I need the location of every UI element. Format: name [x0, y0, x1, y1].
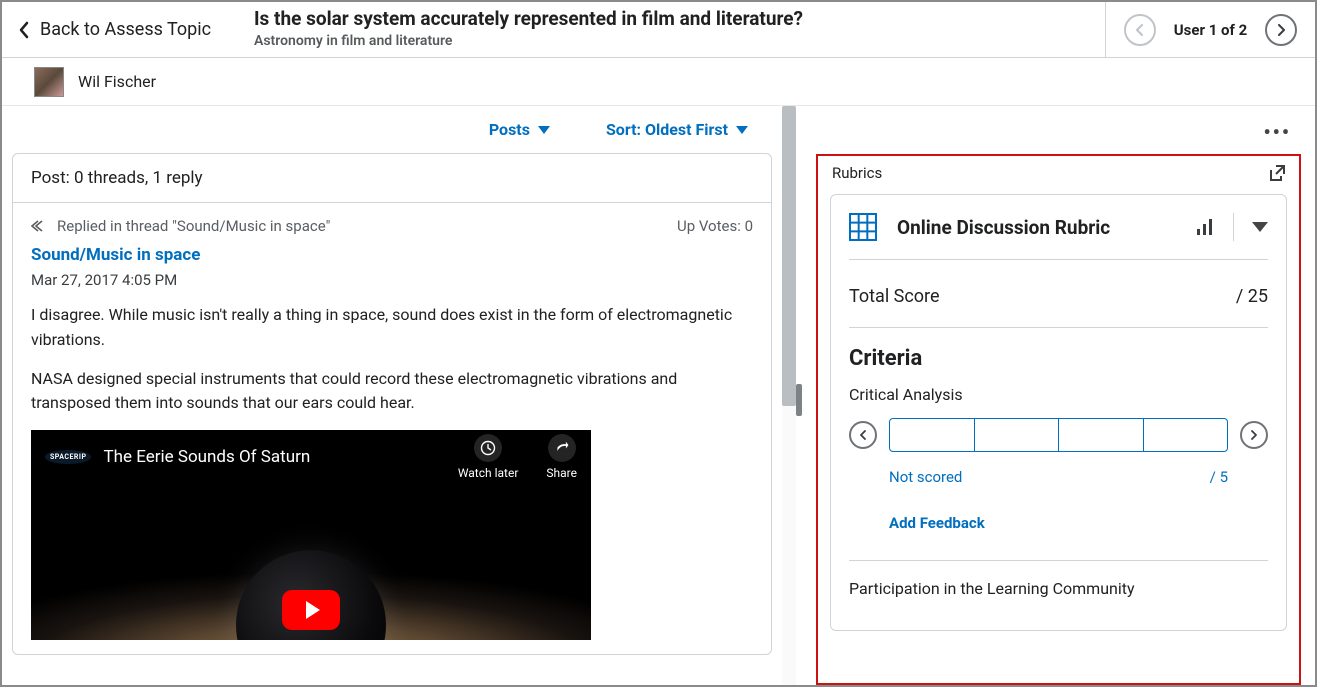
level-cell[interactable]	[890, 419, 975, 451]
share-label: Share	[546, 466, 577, 480]
play-button[interactable]	[282, 590, 340, 630]
share-icon	[548, 434, 576, 462]
criterion-block: Critical Analysis	[849, 385, 1268, 554]
post-timestamp: Mar 27, 2017 4:05 PM	[31, 271, 753, 289]
back-to-assess-topic-button[interactable]: Back to Assess Topic	[2, 2, 242, 57]
rubric-card: Online Discussion Rubric	[830, 194, 1287, 631]
user-nav: User 1 of 2	[1105, 2, 1315, 57]
stats-icon[interactable]	[1195, 217, 1215, 237]
upvotes-text: Up Votes: 0	[677, 217, 753, 235]
popout-icon[interactable]	[1267, 164, 1285, 182]
post-paragraph-1: I disagree. While music isn't really a t…	[31, 303, 753, 353]
not-scored-link[interactable]: Not scored	[889, 468, 962, 486]
watch-later-button[interactable]: Watch later	[458, 434, 519, 480]
chevron-down-icon	[736, 126, 748, 134]
rubric-title: Online Discussion Rubric	[897, 216, 1110, 239]
avatar	[34, 67, 64, 97]
rubric-grid-icon	[849, 213, 877, 241]
total-score-row: Total Score / 25	[849, 260, 1268, 328]
level-grid	[889, 418, 1228, 452]
scrollbar-thumb[interactable]	[782, 106, 796, 406]
clock-icon	[474, 434, 502, 462]
criterion-block: Participation in the Learning Community	[849, 560, 1268, 598]
criterion-out-of: / 5	[1210, 468, 1228, 486]
chevron-down-icon	[538, 126, 550, 134]
reply-icon	[31, 220, 49, 232]
filter-row: Posts Sort: Oldest First	[12, 120, 772, 153]
post-body: Replied in thread "Sound/Music in space"…	[13, 203, 771, 654]
back-label: Back to Assess Topic	[40, 19, 211, 40]
chevron-left-icon	[858, 430, 868, 440]
rubrics-highlight-box: Rubrics	[816, 154, 1301, 685]
criteria-heading: Criteria	[849, 328, 1268, 385]
next-user-button[interactable]	[1265, 14, 1297, 46]
replied-in-text: Replied in thread "Sound/Music in space"	[57, 217, 330, 235]
share-button[interactable]: Share	[546, 434, 577, 480]
criterion-score-line: Not scored / 5	[849, 452, 1268, 500]
rubrics-header-row: Rubrics	[818, 156, 1299, 194]
chevron-left-icon	[1134, 24, 1146, 36]
video-title: The Eerie Sounds Of Saturn	[103, 447, 310, 467]
chevron-left-icon	[18, 21, 30, 39]
thread-link[interactable]: Sound/Music in space	[31, 245, 753, 265]
top-header: Back to Assess Topic Is the solar system…	[2, 2, 1315, 58]
user-counter: User 1 of 2	[1174, 21, 1247, 39]
separator	[1233, 213, 1234, 241]
user-bar: Wil Fischer	[2, 58, 1315, 106]
rubric-head: Online Discussion Rubric	[849, 213, 1268, 260]
prev-user-button[interactable]	[1124, 14, 1156, 46]
post-card: Post: 0 threads, 1 reply Replied in thre…	[12, 153, 772, 655]
post-summary: Post: 0 threads, 1 reply	[13, 154, 771, 203]
video-embed[interactable]: SPACERIP The Eerie Sounds Of Saturn Watc…	[31, 430, 591, 640]
rubrics-column: ••• Rubrics	[802, 106, 1315, 685]
scrollbar-track[interactable]	[782, 106, 796, 685]
sort-label: Sort: Oldest First	[606, 120, 728, 139]
next-level-button[interactable]	[1240, 421, 1268, 449]
reply-row: Replied in thread "Sound/Music in space"…	[31, 217, 753, 235]
prev-level-button[interactable]	[849, 421, 877, 449]
more-actions-button[interactable]: •••	[1263, 120, 1291, 144]
criterion-name: Participation in the Learning Community	[849, 579, 1268, 598]
watch-later-label: Watch later	[458, 466, 519, 480]
page-title: Is the solar system accurately represent…	[254, 8, 1093, 31]
video-channel-badge: SPACERIP	[45, 450, 91, 464]
criterion-name: Critical Analysis	[849, 385, 1268, 404]
collapse-button[interactable]	[1252, 222, 1268, 232]
post-paragraph-2: NASA designed special instruments that c…	[31, 367, 753, 417]
total-score-out-of: / 25	[1236, 286, 1268, 307]
app-frame: Back to Assess Topic Is the solar system…	[0, 0, 1317, 687]
chevron-right-icon	[1249, 430, 1259, 440]
level-row	[849, 418, 1268, 452]
video-top-bar: SPACERIP The Eerie Sounds Of Saturn Watc…	[31, 430, 591, 484]
level-cell[interactable]	[1144, 419, 1228, 451]
add-feedback-button[interactable]: Add Feedback	[849, 500, 1268, 554]
right-header: •••	[816, 120, 1301, 154]
sort-button[interactable]: Sort: Oldest First	[606, 120, 748, 139]
chevron-right-icon	[1275, 24, 1287, 36]
rubrics-label: Rubrics	[832, 164, 882, 182]
content-row: Posts Sort: Oldest First Post: 0 threads…	[2, 106, 1315, 685]
user-name: Wil Fischer	[78, 72, 156, 91]
title-area: Is the solar system accurately represent…	[242, 2, 1105, 57]
play-icon	[306, 601, 320, 619]
posts-filter-label: Posts	[489, 120, 530, 139]
page-subtitle: Astronomy in film and literature	[254, 33, 1093, 49]
level-cell[interactable]	[975, 419, 1060, 451]
total-score-label: Total Score	[849, 286, 940, 307]
posts-filter-button[interactable]: Posts	[489, 120, 550, 139]
divider	[782, 106, 802, 685]
level-cell[interactable]	[1059, 419, 1144, 451]
posts-column: Posts Sort: Oldest First Post: 0 threads…	[2, 106, 782, 685]
